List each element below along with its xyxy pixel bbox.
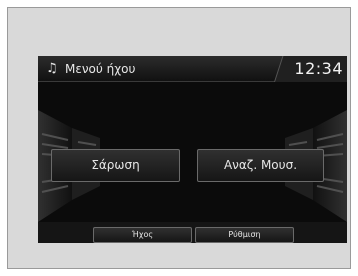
figure-frame: ♫ Μενού ήχου 12:34 Σάρωση Αναζ. Μουσ. Ήχ… — [7, 7, 351, 269]
header-bar: ♫ Μενού ήχου 12:34 — [38, 56, 347, 82]
menu-title: Μενού ήχου — [65, 62, 136, 76]
audio-menu-screen: ♫ Μενού ήχου 12:34 Σάρωση Αναζ. Μουσ. Ήχ… — [38, 56, 347, 243]
clock: 12:34 — [294, 59, 343, 78]
sound-tab[interactable]: Ήχος — [93, 227, 192, 243]
scan-button[interactable]: Σάρωση — [51, 149, 180, 182]
music-search-button[interactable]: Αναζ. Μουσ. — [197, 149, 324, 182]
settings-tab[interactable]: Ρύθμιση — [195, 227, 294, 243]
music-note-icon: ♫ — [46, 61, 58, 76]
